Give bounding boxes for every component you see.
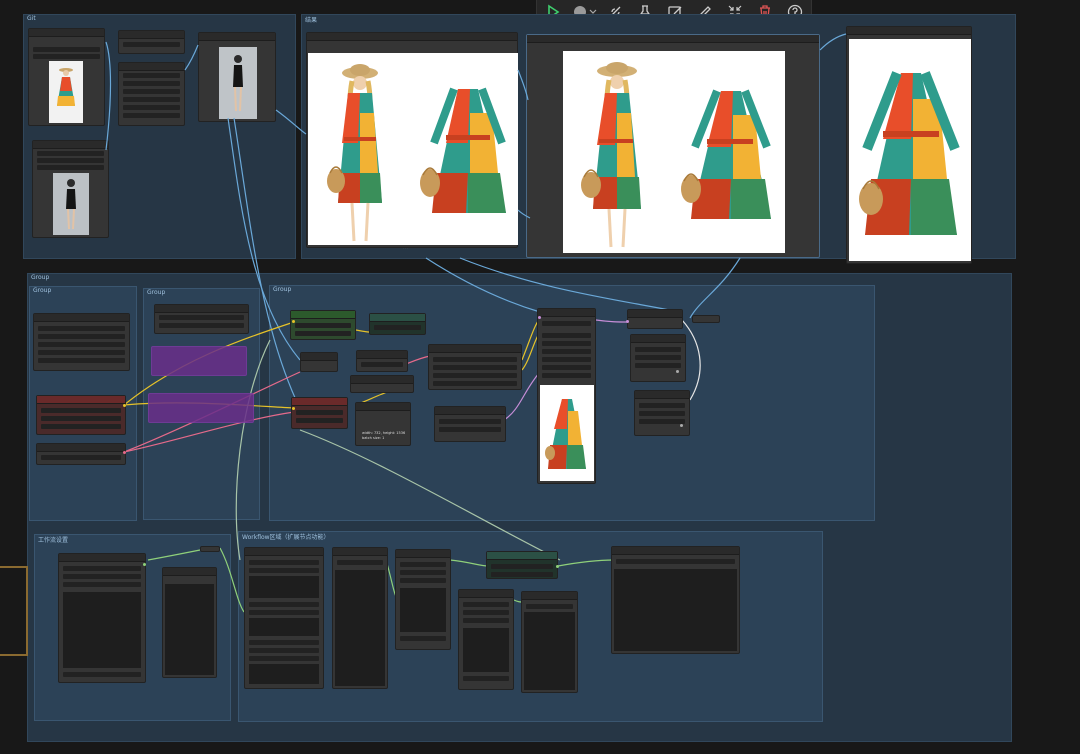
input-port[interactable] [292, 320, 295, 323]
node-left-small[interactable] [36, 443, 126, 465]
node-bypassed-2[interactable] [148, 393, 254, 423]
node-bottom-left-2[interactable] [162, 567, 217, 678]
node-right-1[interactable] [627, 309, 683, 329]
node-red-2[interactable] [291, 397, 348, 429]
node-bypassed-1[interactable] [151, 346, 247, 376]
node-small-1[interactable] [300, 352, 338, 372]
input-port[interactable] [626, 320, 629, 323]
node-bottom-left-1[interactable] [58, 553, 146, 683]
node-left2-top[interactable] [154, 304, 249, 334]
node-reroute[interactable] [692, 315, 720, 323]
output-port[interactable] [143, 563, 146, 566]
node-bottom-right-4[interactable] [458, 589, 514, 690]
node-center-small[interactable] [434, 406, 506, 442]
info-line-2: batch size: 1 [362, 436, 385, 440]
output-port[interactable] [123, 451, 126, 454]
center-preview-image [540, 385, 594, 481]
node-right-2[interactable] [630, 334, 686, 382]
node-green-1[interactable] [290, 310, 356, 340]
node-small-3[interactable] [350, 375, 414, 393]
node-right-3[interactable] [634, 390, 690, 436]
node-bottom-right-6[interactable] [611, 546, 740, 654]
node-small-2[interactable] [356, 350, 408, 372]
node-left-red[interactable] [36, 395, 126, 435]
node-bottom-right-1[interactable] [244, 547, 324, 689]
node-teal-1[interactable] [369, 313, 426, 335]
node-teal-2[interactable] [486, 551, 558, 579]
node-reroute-2[interactable] [200, 546, 220, 552]
output-port[interactable] [556, 565, 559, 568]
node-bottom-right-2[interactable] [332, 547, 388, 689]
node-center-wide[interactable] [428, 344, 522, 390]
input-port[interactable] [292, 407, 295, 410]
node-left-1[interactable] [33, 313, 130, 371]
input-port[interactable] [538, 316, 541, 319]
preview-node-center[interactable] [537, 308, 596, 484]
output-port[interactable] [123, 404, 126, 407]
node-bottom-right-5[interactable] [521, 591, 578, 693]
node-bottom-right-3[interactable] [395, 549, 451, 650]
image-size-info-node[interactable]: width: 732, height: 1536 batch size: 1 [355, 402, 411, 446]
